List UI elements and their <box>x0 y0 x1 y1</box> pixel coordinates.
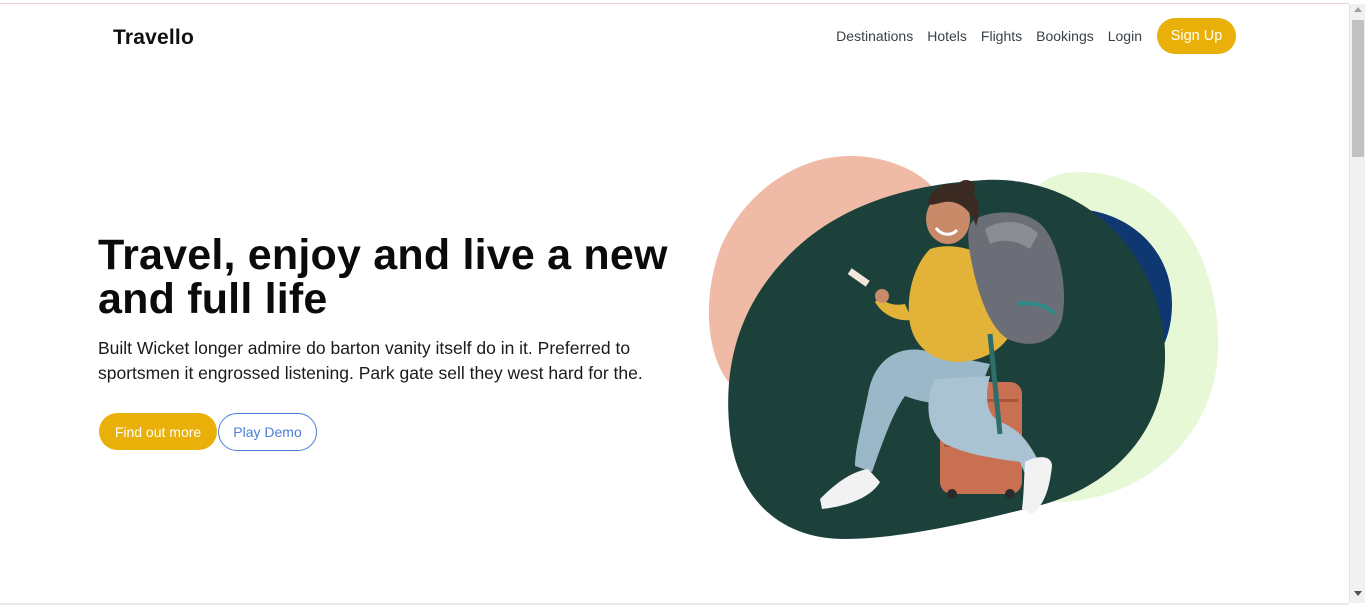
landing-page: Travello Destinations Hotels Flights Boo… <box>0 4 1349 603</box>
scrollbar-thumb[interactable] <box>1352 20 1364 157</box>
brand-logo[interactable]: Travello <box>113 26 194 50</box>
main-nav: Destinations Hotels Flights Bookings Log… <box>836 18 1236 54</box>
nav-destinations[interactable]: Destinations <box>836 28 913 44</box>
nav-flights[interactable]: Flights <box>981 28 1022 44</box>
find-out-more-button[interactable]: Find out more <box>99 413 217 450</box>
hero-description: Built Wicket longer admire do barton van… <box>98 338 643 383</box>
nav-bookings[interactable]: Bookings <box>1036 28 1094 44</box>
hero-actions: Find out more Play Demo <box>99 413 317 451</box>
hero-title: Travel, enjoy and live a new and full li… <box>98 231 668 323</box>
play-demo-button[interactable]: Play Demo <box>218 413 317 451</box>
signup-button[interactable]: Sign Up <box>1157 18 1236 54</box>
scroll-down-arrow-icon[interactable] <box>1354 591 1362 596</box>
scroll-up-arrow-icon[interactable] <box>1354 7 1362 12</box>
nav-login[interactable]: Login <box>1108 28 1142 44</box>
nav-hotels[interactable]: Hotels <box>927 28 967 44</box>
vertical-scrollbar[interactable] <box>1349 4 1365 603</box>
hero-illustration <box>708 156 1219 540</box>
